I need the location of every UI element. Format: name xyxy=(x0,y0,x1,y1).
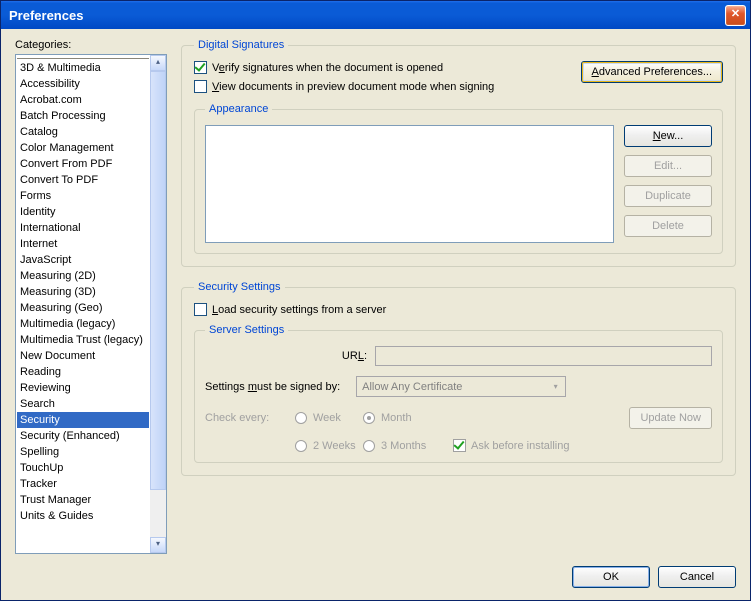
category-item[interactable]: Security (Enhanced) xyxy=(17,428,149,444)
close-button[interactable]: ✕ xyxy=(725,5,746,26)
category-item[interactable]: Identity xyxy=(17,204,149,220)
appearance-listbox[interactable] xyxy=(205,125,614,243)
radio-3months xyxy=(363,440,375,452)
category-item[interactable]: Forms xyxy=(17,188,149,204)
ask-before-install-checkbox xyxy=(453,439,466,452)
categories-listbox[interactable]: 3D & MultimediaAccessibilityAcrobat.comB… xyxy=(15,54,167,554)
duplicate-appearance-button: Duplicate xyxy=(624,185,712,207)
server-settings-group: Server Settings URL: Settings must be si… xyxy=(194,324,723,463)
category-item[interactable]: Reviewing xyxy=(17,380,149,396)
appearance-legend: Appearance xyxy=(205,103,272,115)
preview-mode-label: View documents in preview document mode … xyxy=(212,81,494,93)
category-item[interactable]: Units & Guides xyxy=(17,508,149,524)
radio-week-label: Week xyxy=(313,412,341,424)
radio-month xyxy=(363,412,375,424)
new-appearance-button[interactable]: New... xyxy=(624,125,712,147)
category-item[interactable]: Accessibility xyxy=(17,76,149,92)
load-security-label: Load security settings from a server xyxy=(212,304,386,316)
url-label: URL: xyxy=(205,350,375,362)
category-item[interactable]: New Document xyxy=(17,348,149,364)
appearance-group: Appearance New... Edit... Duplicate Dele… xyxy=(194,103,723,254)
check-every-label: Check every: xyxy=(205,412,295,424)
cancel-button[interactable]: Cancel xyxy=(658,566,736,588)
ask-before-install-label: Ask before installing xyxy=(471,440,569,452)
category-item[interactable]: Tracker xyxy=(17,476,149,492)
category-item[interactable]: Multimedia Trust (legacy) xyxy=(17,332,149,348)
signed-by-select: Allow Any Certificate ▾ xyxy=(356,376,566,397)
dialog-footer: OK Cancel xyxy=(15,554,736,588)
scroll-thumb[interactable] xyxy=(150,71,166,490)
signed-by-value: Allow Any Certificate xyxy=(362,381,462,393)
category-item[interactable]: TouchUp xyxy=(17,460,149,476)
scroll-down-icon[interactable]: ▾ xyxy=(150,537,166,553)
category-item[interactable]: Reading xyxy=(17,364,149,380)
edit-appearance-button: Edit... xyxy=(624,155,712,177)
category-item[interactable]: Measuring (2D) xyxy=(17,268,149,284)
server-settings-legend: Server Settings xyxy=(205,324,288,336)
category-item[interactable]: Trust Manager xyxy=(17,492,149,508)
signed-by-label: Settings must be signed by: xyxy=(205,381,348,393)
category-item[interactable]: Search xyxy=(17,396,149,412)
radio-week xyxy=(295,412,307,424)
verify-signatures-checkbox[interactable] xyxy=(194,61,207,74)
category-item[interactable]: Batch Processing xyxy=(17,108,149,124)
category-item[interactable]: Measuring (3D) xyxy=(17,284,149,300)
security-settings-group: Security Settings Load security settings… xyxy=(181,281,736,476)
chevron-down-icon: ▾ xyxy=(548,379,563,395)
radio-3months-label: 3 Months xyxy=(381,440,426,452)
settings-panel: Digital Signatures Verify signatures whe… xyxy=(181,39,736,554)
category-item[interactable]: 3D & Multimedia xyxy=(17,58,149,76)
load-security-checkbox[interactable] xyxy=(194,303,207,316)
advanced-preferences-button[interactable]: Advanced Preferences... xyxy=(581,61,723,83)
category-item[interactable]: Measuring (Geo) xyxy=(17,300,149,316)
radio-month-label: Month xyxy=(381,412,412,424)
categories-column: Categories: 3D & MultimediaAccessibility… xyxy=(15,39,167,554)
radio-2weeks-label: 2 Weeks xyxy=(313,440,356,452)
category-item[interactable]: Spelling xyxy=(17,444,149,460)
window-title: Preferences xyxy=(9,8,83,23)
category-item[interactable]: Convert To PDF xyxy=(17,172,149,188)
delete-appearance-button: Delete xyxy=(624,215,712,237)
category-item[interactable]: Color Management xyxy=(17,140,149,156)
digital-signatures-group: Digital Signatures Verify signatures whe… xyxy=(181,39,736,267)
category-item[interactable]: Internet xyxy=(17,236,149,252)
categories-label: Categories: xyxy=(15,39,167,51)
category-item[interactable]: JavaScript xyxy=(17,252,149,268)
verify-signatures-label: Verify signatures when the document is o… xyxy=(212,62,443,74)
preview-mode-checkbox[interactable] xyxy=(194,80,207,93)
url-input[interactable] xyxy=(375,346,712,366)
categories-scrollbar[interactable]: ▴ ▾ xyxy=(150,55,166,553)
category-item[interactable]: International xyxy=(17,220,149,236)
category-item[interactable]: Catalog xyxy=(17,124,149,140)
radio-2weeks xyxy=(295,440,307,452)
digital-signatures-legend: Digital Signatures xyxy=(194,39,288,51)
security-settings-legend: Security Settings xyxy=(194,281,285,293)
ok-button[interactable]: OK xyxy=(572,566,650,588)
scroll-up-icon[interactable]: ▴ xyxy=(150,55,166,71)
category-item[interactable]: Multimedia (legacy) xyxy=(17,316,149,332)
titlebar: Preferences ✕ xyxy=(1,1,750,29)
update-now-button: Update Now xyxy=(629,407,712,429)
category-item[interactable]: Acrobat.com xyxy=(17,92,149,108)
category-item[interactable]: Convert From PDF xyxy=(17,156,149,172)
client-area: Categories: 3D & MultimediaAccessibility… xyxy=(1,29,750,600)
category-item[interactable]: Security xyxy=(17,412,149,428)
preferences-window: Preferences ✕ Categories: 3D & Multimedi… xyxy=(0,0,751,601)
